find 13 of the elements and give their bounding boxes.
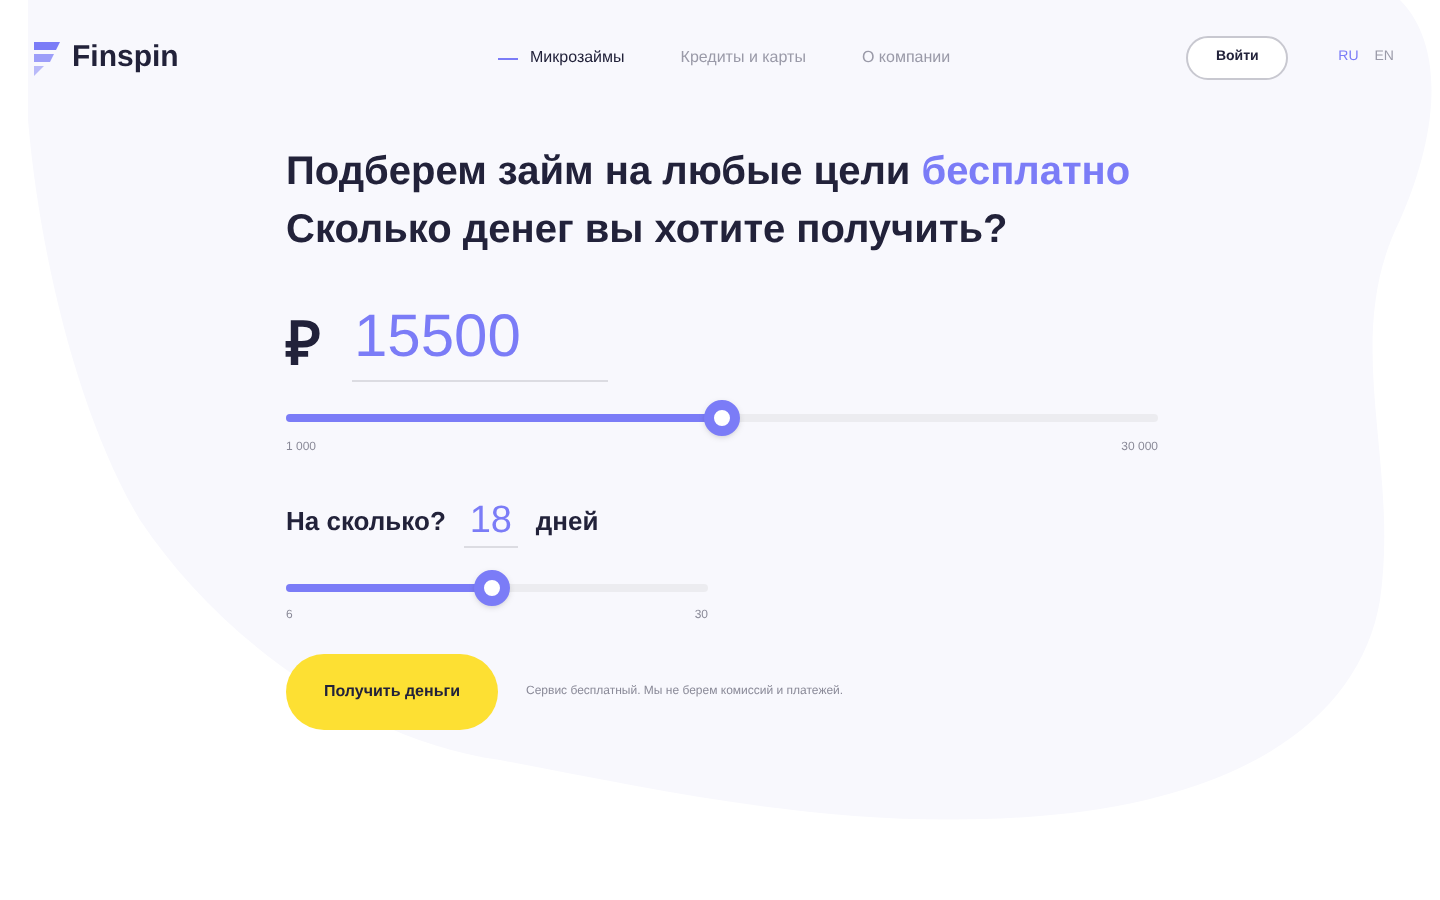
heading: Подберем займ на любые цели бесплатно [286,148,1133,198]
amount-field[interactable]: 15500 [352,300,608,382]
term-label: На сколько? [286,503,446,539]
nav-link[interactable]: О компании [861,46,951,70]
subheading: Сколько денег вы хотите получить? [286,206,1010,256]
logo-icon [34,41,60,75]
term-field[interactable]: 18 [463,498,518,548]
currency-sign: ₽ [286,310,320,382]
nav-link[interactable]: Микрозаймы [498,46,625,70]
logo-text: Finspin [72,37,179,78]
nav-link[interactable]: Кредиты и карты [680,46,806,70]
term-unit: дней [535,503,599,540]
get-money-button[interactable]: Получить деньги [286,654,498,730]
